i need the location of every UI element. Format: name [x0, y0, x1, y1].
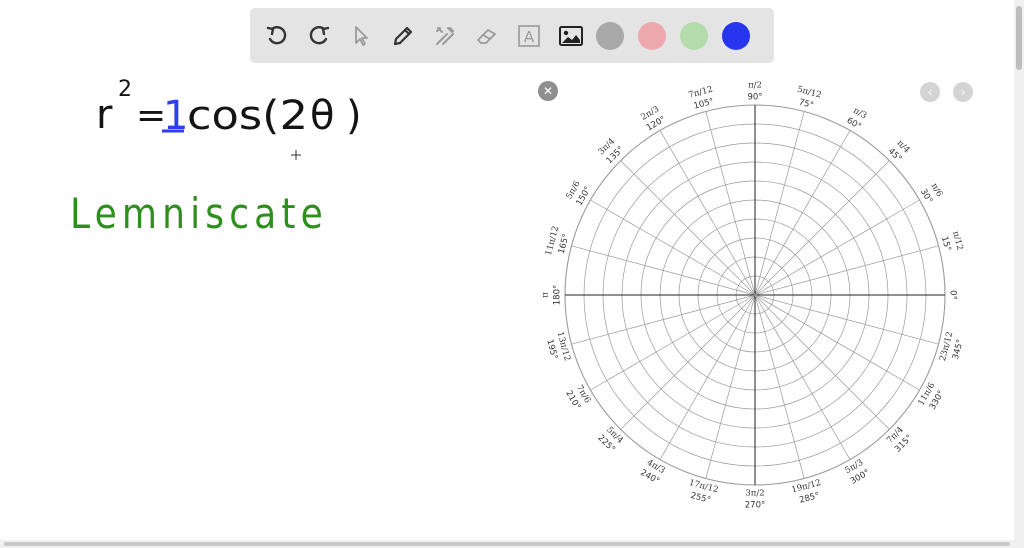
polar-spoke	[590, 294, 756, 391]
horizontal-scroll-thumb[interactable]	[4, 542, 1010, 546]
polar-spoke	[754, 160, 890, 296]
crosshair-cursor	[291, 150, 301, 160]
color-pink-swatch[interactable]	[638, 21, 666, 50]
equation-theta: θ	[310, 93, 334, 139]
polar-spoke	[754, 294, 805, 479]
image-button[interactable]	[554, 19, 588, 53]
equation-rest: cos(2	[187, 93, 308, 139]
polar-spoke	[620, 294, 756, 430]
polar-radian-label: 3π/2	[745, 489, 764, 499]
equation-r: r	[96, 92, 113, 138]
polar-degree-label: 270°	[745, 501, 765, 511]
equation-equals: =	[136, 95, 166, 136]
polar-spoke	[620, 160, 756, 296]
handwriting-layer: r 2 = 1 cos(2 θ ) Lemniscate	[70, 77, 362, 238]
color-green-swatch[interactable]	[680, 21, 708, 50]
polar-degree-label: 0°	[948, 290, 958, 300]
polar-degree-label: 15°	[939, 235, 953, 252]
polar-spoke	[571, 245, 756, 296]
polar-radian-label: π/2	[748, 81, 762, 91]
equation-exponent: 2	[118, 77, 132, 102]
polar-spoke	[754, 130, 851, 296]
image-icon	[559, 25, 583, 46]
polar-spoke	[659, 294, 756, 460]
polar-spoke	[754, 294, 920, 391]
polar-spoke	[754, 294, 890, 430]
polar-degree-label: 90°	[747, 93, 762, 103]
polar-spoke	[705, 111, 756, 296]
polar-spoke	[571, 294, 756, 345]
color-gray-swatch[interactable]	[596, 21, 624, 50]
polar-spoke	[754, 294, 939, 345]
polar-spoke	[705, 294, 756, 479]
polar-degree-label: 75°	[798, 97, 815, 111]
polar-spoke	[754, 199, 920, 296]
vertical-scroll-thumb[interactable]	[1016, 6, 1022, 70]
polar-spoke	[754, 111, 805, 296]
svg-text:A: A	[524, 28, 535, 46]
polar-spoke	[659, 130, 756, 296]
polar-degree-label: 180°	[553, 285, 563, 305]
horizontal-scrollbar[interactable]	[0, 540, 1014, 548]
color-blue-swatch[interactable]	[722, 21, 750, 50]
polar-graph-paper: 0°π/1215°π/630°π/445°π/360°5π/1275°π/290…	[541, 81, 966, 511]
polar-radian-label: π	[541, 292, 551, 298]
polar-spoke	[590, 199, 756, 296]
polar-spoke	[754, 245, 939, 296]
vertical-scrollbar[interactable]	[1014, 0, 1024, 548]
equation-close: )	[346, 93, 362, 139]
polar-spoke	[754, 294, 851, 460]
curve-name-label: Lemniscate	[70, 189, 328, 238]
